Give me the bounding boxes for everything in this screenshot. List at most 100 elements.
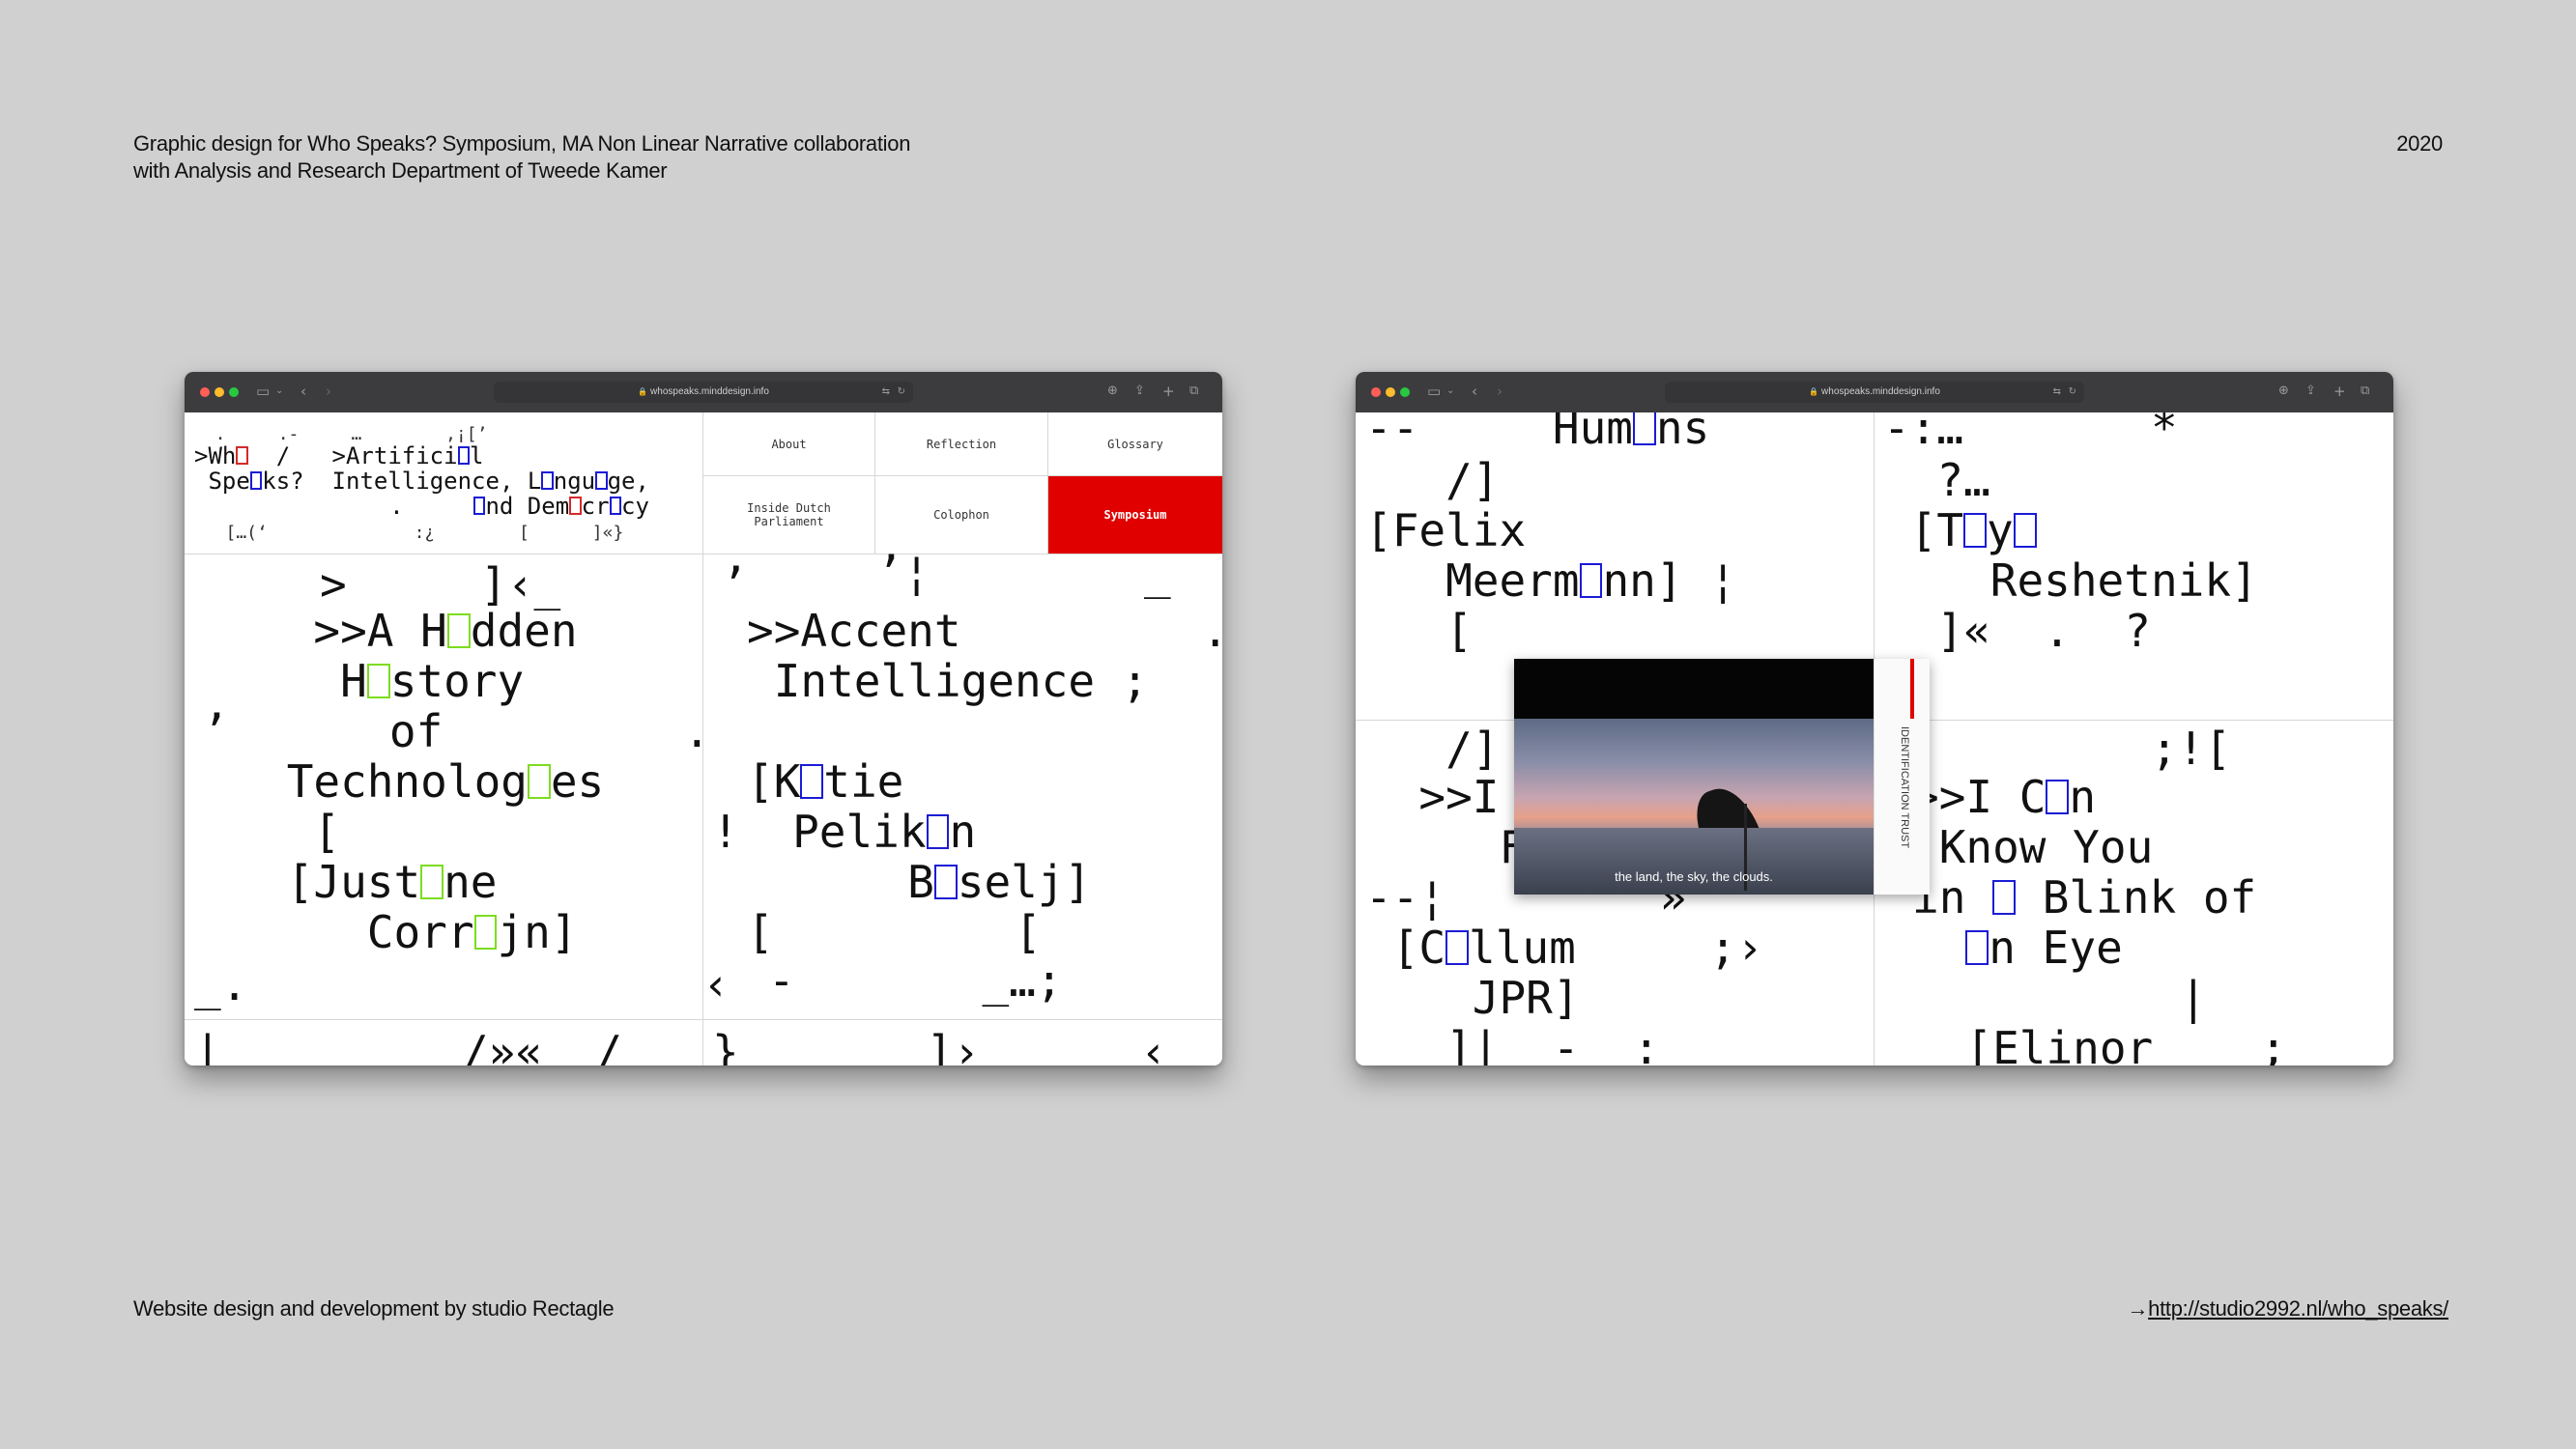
talk-speaker: B — [907, 856, 934, 908]
nav-inside-dutch-parliament[interactable]: Inside Dutch Parliament — [703, 476, 874, 554]
share-icon[interactable]: ⇪ — [2305, 381, 2316, 402]
decor-punct: | — [1912, 972, 2207, 1024]
video-caption: the land, the sky, the clouds. — [1615, 869, 1773, 884]
talk-speaker: Meerm — [1445, 554, 1580, 607]
close-button[interactable] — [1371, 387, 1381, 397]
glitch-glyph — [2013, 513, 2037, 549]
video-frame-sea — [1514, 828, 1874, 895]
subtitle-text: ge, — [607, 468, 649, 495]
talk-speaker: n — [949, 806, 977, 858]
forward-icon[interactable]: › — [326, 381, 331, 402]
sidebar-icon[interactable]: ▭ — [1427, 381, 1441, 402]
maximize-button[interactable] — [229, 387, 239, 397]
talk-speaker: tie — [823, 755, 904, 808]
talk-speaker: [C — [1391, 922, 1446, 974]
lock-icon: 🔒 — [638, 387, 648, 396]
project-link[interactable]: →http://studio2992.nl/who_speaks/ — [2127, 1295, 2448, 1322]
talk-speaker: nn] — [1602, 554, 1683, 607]
browser-toolbar: ▭ ⌄ ‹ › 🔒 whospeaks.minddesign.info ⇆ ↻ ⊕… — [1356, 372, 2393, 412]
nav-symposium[interactable]: Symposium — [1048, 476, 1222, 554]
subtitle-text: l — [470, 442, 484, 469]
glitch-glyph — [420, 865, 444, 900]
talk-speaker: selj] — [957, 856, 1092, 908]
title-text: Spe — [208, 468, 250, 495]
decor-punct: [ — [1365, 605, 1473, 657]
translate-icon[interactable]: ⇆ — [882, 382, 890, 403]
decor-punct: ;![ — [1883, 723, 2232, 775]
decor-punct: } ]› ‹ — [712, 1026, 1167, 1065]
glitch-glyph — [527, 764, 551, 800]
download-icon[interactable]: ⊕ — [1107, 381, 1118, 402]
close-button[interactable] — [200, 387, 210, 397]
talk-title: >Accent — [773, 605, 961, 657]
decor-punct: -:… * — [1883, 412, 2178, 454]
nav-glossary[interactable]: Glossary — [1048, 412, 1222, 475]
address-bar[interactable]: 🔒 whospeaks.minddesign.info ⇆ ↻ — [494, 382, 913, 403]
webpage-right: -- Hum ns /] [Felix Meerm nn] ¦ [ -:… * ?…… — [1356, 412, 2393, 1065]
tabs-overview-icon[interactable]: ⧉ — [1189, 381, 1198, 402]
talk-title: n — [2069, 771, 2097, 823]
sidebar-icon[interactable]: ▭ — [256, 381, 270, 402]
tabs-overview-icon[interactable]: ⧉ — [2361, 381, 2369, 402]
download-icon[interactable]: ⊕ — [2278, 381, 2289, 402]
chevron-down-icon[interactable]: ⌄ — [1446, 381, 1454, 402]
decor-punct: /] — [1365, 454, 1500, 506]
description-line-2: with Analysis and Research Department of… — [133, 158, 668, 183]
talk-speaker: Corr — [366, 906, 474, 958]
subtitle-text: Intelligence, L — [331, 468, 542, 495]
video-frame-dark — [1514, 659, 1874, 719]
talk-title: Hum — [1552, 412, 1633, 454]
lock-icon: 🔒 — [1809, 387, 1819, 396]
talk-title: Know You — [1938, 821, 2154, 873]
glitch-glyph — [595, 471, 608, 491]
share-icon[interactable]: ⇪ — [1134, 381, 1145, 402]
video-popup[interactable]: the land, the sky, the clouds. IDENTIFIC… — [1514, 659, 1930, 895]
decor-punct: ]« . ? — [1883, 605, 2151, 657]
minimize-button[interactable] — [215, 387, 224, 397]
back-icon[interactable]: ‹ — [301, 381, 306, 402]
nav-about[interactable]: About — [703, 412, 874, 475]
site-title[interactable]: >Wh / >Artifici l — [194, 443, 484, 469]
talk-title: Blink of — [2016, 871, 2257, 923]
popup-side-label: IDENTIFICATION TRUST — [1899, 726, 1910, 849]
project-url[interactable]: http://studio2992.nl/who_speaks/ — [2148, 1296, 2448, 1321]
talk-title: of — [388, 705, 444, 757]
glitch-glyph — [457, 446, 471, 466]
description-line-1: Graphic design for Who Speaks? Symposium… — [133, 131, 911, 156]
new-tab-icon[interactable]: + — [2333, 381, 2346, 402]
glitch-glyph — [472, 497, 486, 516]
glitch-glyph — [1963, 513, 1987, 549]
talk-speaker: JPR] — [1472, 972, 1580, 1024]
talk-title: H — [340, 655, 367, 707]
minimize-button[interactable] — [1386, 387, 1395, 397]
translate-icon[interactable]: ⇆ — [2053, 382, 2061, 403]
subtitle-text: cr — [581, 493, 610, 520]
nav-reflection[interactable]: Reflection — [875, 412, 1047, 475]
talk-speaker: llum — [1469, 922, 1576, 974]
talk-speaker: [K — [747, 755, 801, 808]
talk-title: Intelligence — [773, 655, 1096, 707]
back-icon[interactable]: ‹ — [1472, 381, 1477, 402]
chevron-down-icon[interactable]: ⌄ — [275, 381, 283, 402]
decor-punct: > ]‹_ ’ — [320, 558, 749, 611]
talk-speaker: jn] — [497, 906, 578, 958]
glitch-glyph — [249, 471, 263, 491]
new-tab-icon[interactable]: + — [1162, 381, 1175, 402]
url-text: whospeaks.minddesign.info — [1821, 386, 1940, 397]
maximize-button[interactable] — [1400, 387, 1410, 397]
talk-speaker: ne — [444, 856, 498, 908]
talk-speaker: [Elinor — [1965, 1022, 2154, 1065]
glitch-glyph — [1965, 930, 1989, 966]
url-text: whospeaks.minddesign.info — [650, 386, 769, 397]
talk-title: n Eye — [1989, 922, 2123, 974]
glitch-glyph — [800, 764, 824, 800]
address-bar[interactable]: 🔒 whospeaks.minddesign.info ⇆ ↻ — [1665, 382, 2084, 403]
reload-icon[interactable]: ↻ — [898, 382, 905, 403]
talk-speaker: y — [1987, 504, 2014, 556]
forward-icon[interactable]: › — [1497, 381, 1503, 402]
talk-title: ns — [1655, 412, 1710, 454]
nav-colophon[interactable]: Colophon — [875, 476, 1047, 554]
subtitle-text: nd Dem — [485, 493, 570, 520]
glitch-glyph — [609, 497, 621, 516]
reload-icon[interactable]: ↻ — [2069, 382, 2076, 403]
